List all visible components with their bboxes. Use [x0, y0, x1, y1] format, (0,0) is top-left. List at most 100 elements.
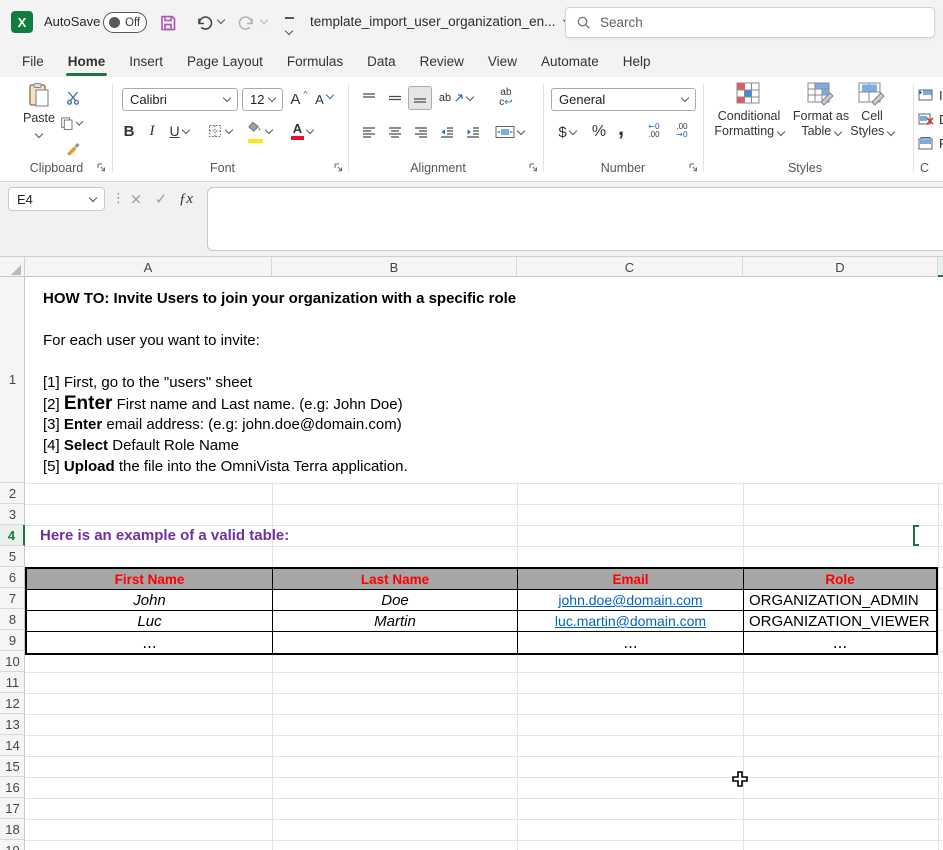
tab-automate[interactable]: Automate — [529, 48, 611, 75]
paste-button[interactable]: Paste — [18, 82, 60, 140]
decrease-decimal-button[interactable]: .00→0 — [670, 119, 694, 143]
cell-role[interactable]: ... — [744, 632, 936, 653]
format-as-table-button[interactable]: Format as Table — [790, 82, 852, 139]
cell-last-name[interactable]: Doe — [273, 590, 518, 610]
bottom-align-button[interactable] — [408, 86, 432, 110]
alignment-dialog-launcher-icon[interactable] — [528, 162, 539, 173]
conditional-formatting-button[interactable]: Conditional Formatting — [710, 82, 788, 139]
row-header-18[interactable]: 18 — [0, 819, 25, 840]
number-format-combo[interactable]: General — [551, 88, 696, 111]
row-header-3[interactable]: 3 — [0, 504, 25, 525]
borders-button[interactable] — [203, 121, 235, 141]
header-first-name[interactable]: First Name — [27, 569, 273, 589]
font-color-button[interactable]: A — [286, 119, 318, 143]
header-email[interactable]: Email — [518, 569, 744, 589]
underline-button[interactable]: U — [164, 121, 194, 141]
cell-styles-button[interactable]: Cell Styles — [848, 82, 896, 139]
row-header-8[interactable]: 8 — [0, 609, 25, 630]
font-family-combo[interactable]: Calibri — [122, 88, 238, 111]
document-title[interactable]: template_import_user_organization_en... — [310, 14, 570, 29]
font-size-combo[interactable]: 12 — [242, 88, 283, 111]
tab-help[interactable]: Help — [611, 48, 663, 75]
copy-button[interactable] — [60, 113, 82, 133]
select-all-corner[interactable] — [0, 257, 25, 277]
excel-app-icon[interactable]: X — [11, 11, 33, 33]
align-right-button[interactable] — [410, 121, 432, 143]
comma-format-button[interactable]: , — [612, 115, 630, 141]
selected-cell-e4-fragment[interactable] — [913, 525, 919, 546]
name-box[interactable] — [8, 187, 105, 211]
currency-format-button[interactable]: $ — [552, 121, 582, 143]
bold-button[interactable]: B — [120, 121, 138, 141]
cut-button[interactable] — [62, 88, 84, 108]
autosave-toggle[interactable]: Off — [103, 12, 147, 33]
email-link[interactable]: john.doe@domain.com — [558, 592, 702, 608]
row-header-5[interactable]: 5 — [0, 546, 25, 567]
increase-indent-button[interactable] — [462, 121, 484, 143]
tab-home[interactable]: Home — [56, 48, 118, 75]
cell-role[interactable]: ORGANIZATION_ADMIN — [744, 590, 936, 610]
italic-button[interactable]: I — [144, 121, 160, 141]
column-header-c[interactable]: C — [517, 257, 743, 277]
save-button[interactable] — [156, 11, 180, 35]
format-painter-button[interactable] — [62, 137, 84, 157]
row-header-10[interactable]: 10 — [0, 651, 25, 672]
row-header-12[interactable]: 12 — [0, 693, 25, 714]
email-link[interactable]: luc.martin@domain.com — [555, 613, 706, 629]
header-role[interactable]: Role — [744, 569, 936, 589]
column-header-a[interactable]: A — [25, 257, 272, 277]
fill-color-button[interactable] — [243, 119, 277, 143]
row-header-4[interactable]: 4 — [0, 525, 25, 546]
row-header-16[interactable]: 16 — [0, 777, 25, 798]
cell-first-name[interactable]: ... — [27, 632, 273, 653]
redo-button[interactable] — [235, 11, 259, 35]
row-header-19[interactable]: 19 — [0, 840, 25, 850]
undo-dropdown-chevron-icon[interactable] — [217, 16, 225, 24]
cell-last-name[interactable] — [273, 632, 518, 653]
formula-input[interactable] — [207, 187, 943, 251]
header-last-name[interactable]: Last Name — [273, 569, 518, 589]
orientation-button[interactable]: ab — [438, 87, 474, 109]
wrap-text-button[interactable]: ab c↩ — [492, 84, 520, 112]
name-box-input[interactable] — [17, 192, 72, 207]
tab-data[interactable]: Data — [355, 48, 408, 75]
enter-button[interactable]: ✓ — [149, 187, 173, 211]
quick-access-overflow-icon[interactable] — [283, 17, 295, 39]
row-header-1[interactable]: 1 — [0, 277, 25, 483]
merge-center-button[interactable] — [490, 121, 528, 143]
align-left-button[interactable] — [358, 121, 380, 143]
decrease-indent-button[interactable] — [436, 121, 458, 143]
column-header-d[interactable]: D — [743, 257, 938, 277]
top-align-button[interactable] — [358, 87, 380, 109]
row-header-9[interactable]: 9 — [0, 630, 25, 651]
search-input[interactable] — [600, 15, 880, 30]
percent-format-button[interactable]: % — [588, 121, 610, 143]
search-box[interactable] — [565, 7, 935, 38]
tab-view[interactable]: View — [476, 48, 529, 75]
row-header-6[interactable]: 6 — [0, 567, 25, 588]
insert-cells-button[interactable]: In — [918, 86, 943, 104]
cell-email[interactable]: ... — [518, 632, 744, 653]
tab-review[interactable]: Review — [408, 48, 476, 75]
row-header-2[interactable]: 2 — [0, 483, 25, 504]
cell-last-name[interactable]: Martin — [273, 611, 518, 631]
clipboard-dialog-launcher-icon[interactable] — [96, 162, 107, 173]
cancel-button[interactable]: × — [124, 187, 148, 211]
row-header-17[interactable]: 17 — [0, 798, 25, 819]
column-header-e-stub[interactable] — [938, 257, 943, 277]
tab-insert[interactable]: Insert — [117, 48, 175, 75]
cell-first-name[interactable]: Luc — [27, 611, 273, 631]
align-center-button[interactable] — [384, 121, 406, 143]
row-header-15[interactable]: 15 — [0, 756, 25, 777]
tab-file[interactable]: File — [10, 48, 56, 75]
row-header-7[interactable]: 7 — [0, 588, 25, 609]
number-dialog-launcher-icon[interactable] — [688, 162, 699, 173]
cell-first-name[interactable]: John — [27, 590, 273, 610]
tab-page-layout[interactable]: Page Layout — [175, 48, 275, 75]
undo-button[interactable] — [192, 11, 216, 35]
tab-formulas[interactable]: Formulas — [275, 48, 355, 75]
format-cells-button[interactable]: Fo — [918, 134, 943, 152]
column-header-b[interactable]: B — [272, 257, 517, 277]
row-header-14[interactable]: 14 — [0, 735, 25, 756]
delete-cells-button[interactable]: D — [918, 110, 943, 128]
